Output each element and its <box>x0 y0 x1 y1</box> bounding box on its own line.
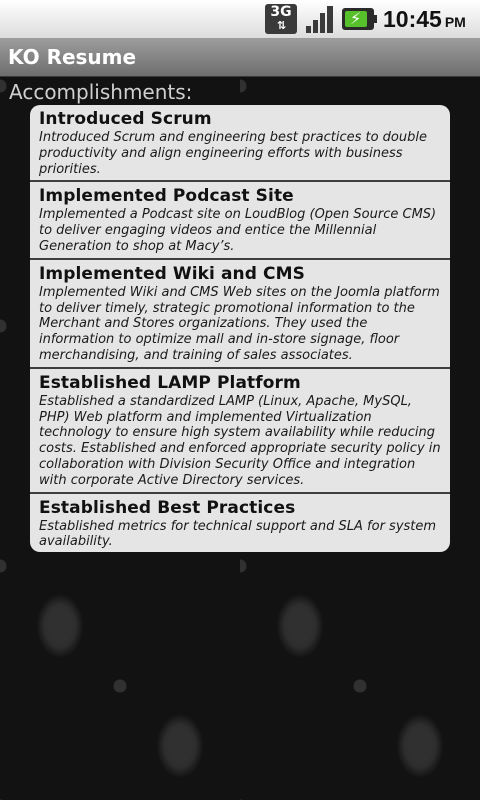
list-item-description: Established a standardized LAMP (Linux, … <box>39 393 441 488</box>
list-item-established-lamp-platform[interactable]: Established LAMP Platform Established a … <box>30 369 450 494</box>
list-item-title: Implemented Wiki and CMS <box>39 263 305 284</box>
status-clock: 10:45 PM <box>383 5 466 33</box>
charging-bolt-icon: ⚡ <box>350 9 362 28</box>
signal-strength-icon <box>306 6 333 33</box>
data-activity-arrows-icon: ⇅ <box>276 19 286 32</box>
3g-data-icon: 3G ⇅ <box>265 4 297 34</box>
list-item-title: Established LAMP Platform <box>39 372 301 393</box>
network-type-label: 3G <box>270 4 292 20</box>
app-title: KO Resume <box>8 45 137 69</box>
list-item-description: Established metrics for technical suppor… <box>39 518 437 550</box>
list-item-title: Established Best Practices <box>39 497 296 518</box>
list-item-title: Introduced Scrum <box>39 109 212 129</box>
clock-ampm: PM <box>444 14 466 30</box>
list-item-implemented-wiki-and-cms[interactable]: Implemented Wiki and CMS Implemented Wik… <box>30 260 450 369</box>
list-item-introduced-scrum[interactable]: Introduced Scrum Introduced Scrum and en… <box>30 105 450 183</box>
list-item-description: Implemented a Podcast site on LoudBlog (… <box>39 207 437 254</box>
list-item-established-best-practices[interactable]: Established Best Practices Established m… <box>30 494 450 553</box>
list-item-implemented-podcast-site[interactable]: Implemented Podcast Site Implemented a P… <box>30 182 450 260</box>
accomplishments-list: Introduced Scrum Introduced Scrum and en… <box>30 105 450 553</box>
app-title-bar: KO Resume <box>0 39 480 77</box>
list-item-description: Introduced Scrum and engineering best pr… <box>39 130 427 177</box>
list-item-description: Implemented Wiki and CMS Web sites on th… <box>39 284 440 363</box>
section-heading: Accomplishments: <box>9 80 193 104</box>
status-bar: 3G ⇅ ⚡ 10:45 PM <box>0 0 480 39</box>
clock-time: 10:45 <box>383 6 442 32</box>
list-item-title: Implemented Podcast Site <box>39 186 294 207</box>
